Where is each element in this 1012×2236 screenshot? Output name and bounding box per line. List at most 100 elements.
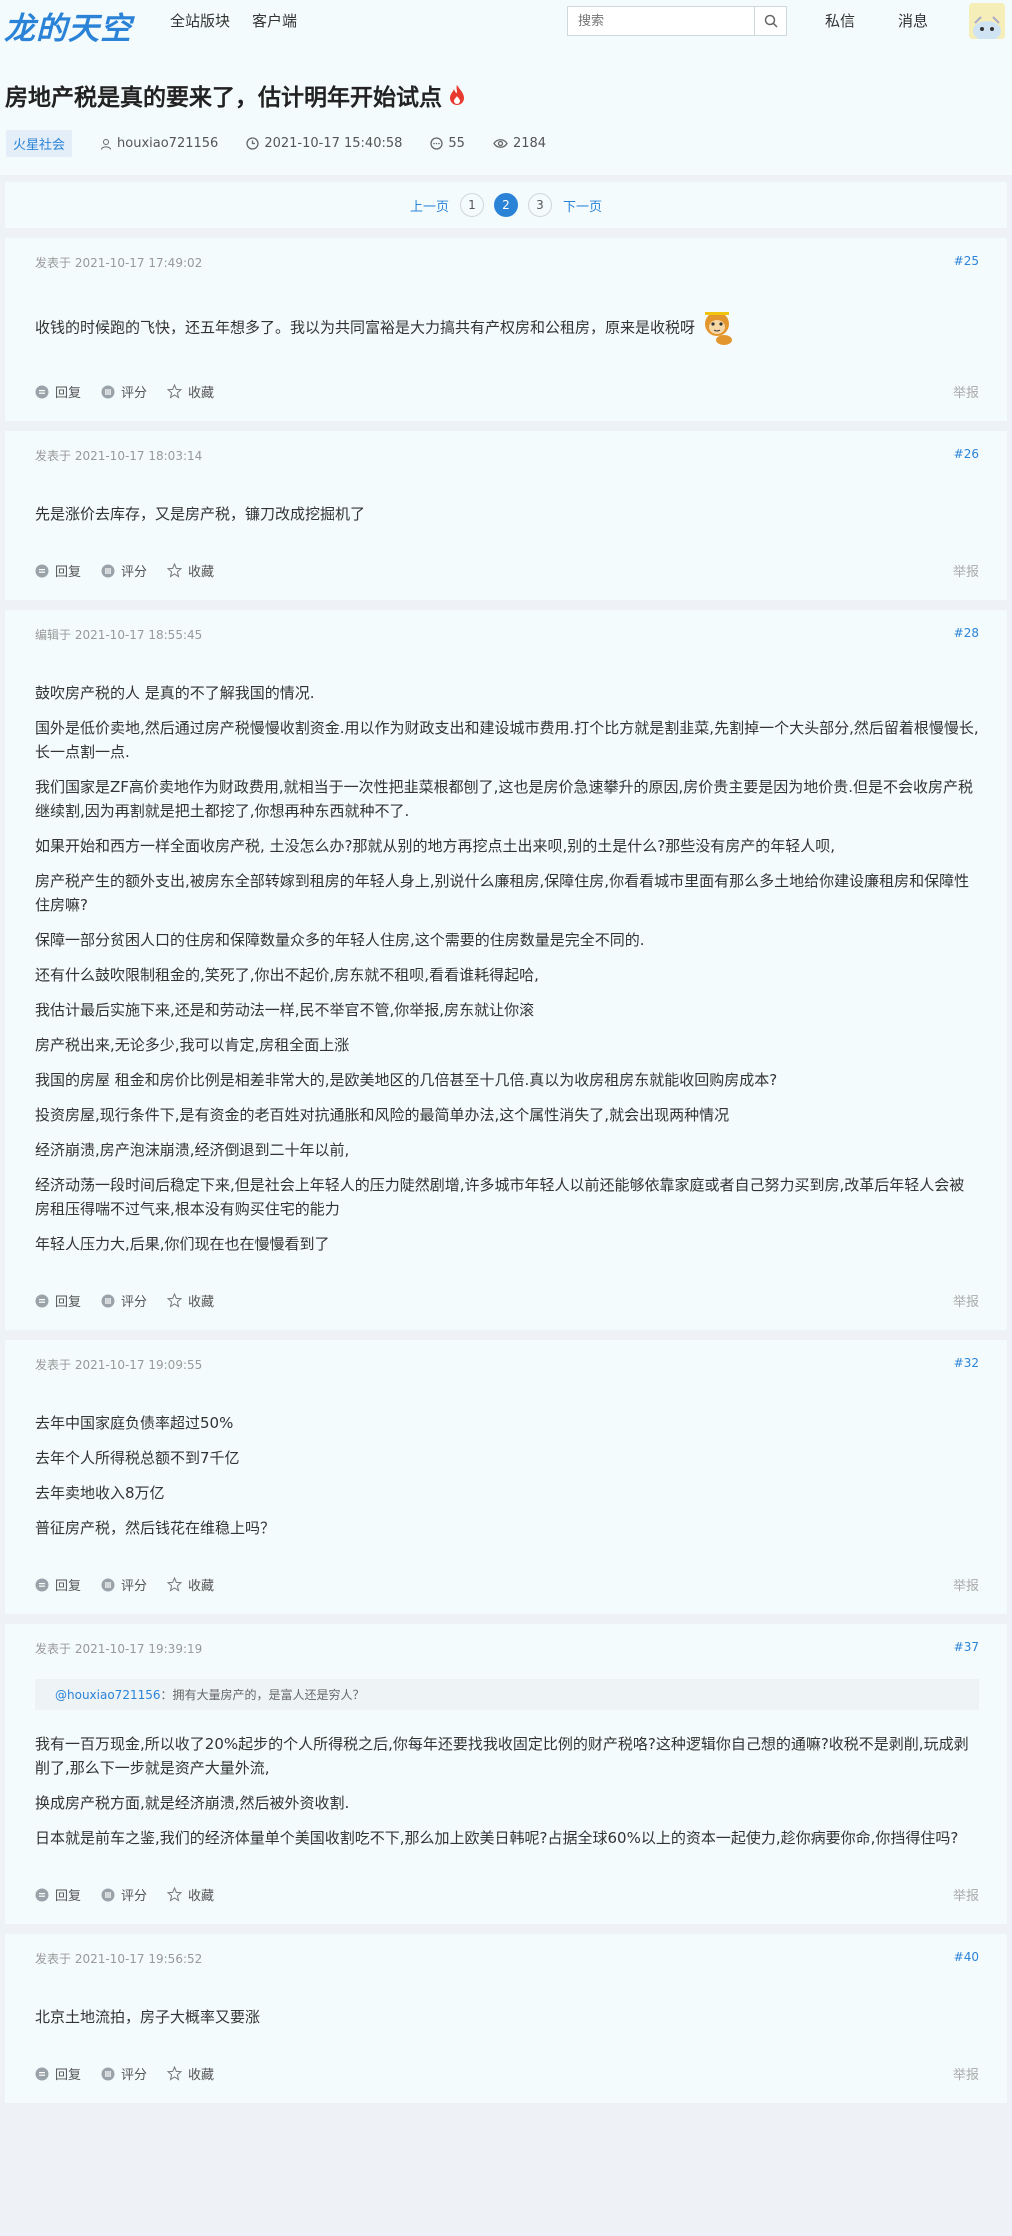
rate-icon [101,385,115,398]
report-button[interactable]: 举报 [953,1575,979,1594]
reply-button[interactable]: 回复 [35,1575,81,1594]
page-2-current[interactable]: 2 [494,193,518,217]
quote-block: @houxiao721156：拥有大量房产的，是富人还是穷人？ [35,1679,979,1710]
star-icon [167,1577,183,1592]
post-paragraph: 投资房屋,现行条件下,是有资金的老百姓对抗通胀和风险的最简单办法,这个属性消失了… [35,1103,979,1127]
post-text: 如果开始和西方一样全面收房产税, 土没怎么办?那就从别的地方再挖点土出来呗,别的… [35,837,836,855]
post-actions: 回复 评分 收藏 举报 [35,537,979,600]
page-3[interactable]: 3 [528,193,552,217]
post-content: 鼓吹房产税的人 是真的不了解我国的情况. 国外是低价卖地,然后通过房产税慢慢收割资… [35,643,979,1256]
post-paragraph: 去年卖地收入8万亿 [35,1481,979,1505]
post-text: 去年个人所得税总额不到7千亿 [35,1449,240,1467]
post-text: 年轻人压力大,后果,你们现在也在慢慢看到了 [35,1235,330,1253]
favorite-button[interactable]: 收藏 [167,2064,214,2083]
post-header: 发表于 2021-10-17 19:09:55 #32 [35,1340,979,1373]
reply-label: 回复 [55,2068,82,2083]
post-item: 发表于 2021-10-17 18:03:14 #26 先是涨价去库存，又是房产… [5,431,1007,600]
user-icon [101,138,112,150]
post-header: 发表于 2021-10-17 19:39:19 #37 [35,1624,979,1657]
reply-icon [35,1294,49,1307]
post-header: 发表于 2021-10-17 18:03:14 #26 [35,431,979,464]
post-time: 编辑于 2021-10-17 18:55:45 [35,628,203,642]
quoted-user-link[interactable]: @houxiao721156 [55,1688,161,1702]
report-button[interactable]: 举报 [953,382,979,401]
search-button[interactable] [754,7,786,35]
rate-label: 评分 [121,2068,148,2083]
rate-button[interactable]: 评分 [101,382,147,401]
post-paragraph: 我估计最后实施下来,还是和劳动法一样,民不举官不管,你举报,房东就让你滚 [35,998,979,1022]
post-text: 我有一百万现金,所以收了20%起步的个人所得税之后,你每年还要找我收固定比例的财… [35,1735,969,1777]
favorite-button[interactable]: 收藏 [167,1575,214,1594]
post-text: 国外是低价卖地,然后通过房产税慢慢收割资金.用以作为财政支出和建设城市费用.打个… [35,719,979,761]
reply-button[interactable]: 回复 [35,2064,81,2083]
post-content: 收钱的时候跑的飞快，还五年想多了。我以为共同富裕是大力搞共有产权房和公租房，原来… [35,271,979,347]
search-input[interactable] [568,7,754,35]
nav-client[interactable]: 客户端 [252,10,297,31]
rate-button[interactable]: 评分 [101,1885,147,1904]
post-text: 去年中国家庭负债率超过50% [35,1414,234,1432]
favorite-button[interactable]: 收藏 [167,1885,214,1904]
post-actions: 回复 评分 收藏 举报 [35,358,979,421]
report-button[interactable]: 举报 [953,1885,979,1904]
post-actions: 回复 评分 收藏 举报 [35,2040,979,2103]
post-text: 收钱的时候跑的飞快，还五年想多了。我以为共同富裕是大力搞共有产权房和公租房，原来… [35,318,696,337]
rate-button[interactable]: 评分 [101,1291,147,1310]
prev-page-link[interactable]: 上一页 [410,196,449,215]
reply-button[interactable]: 回复 [35,382,81,401]
private-message-link[interactable]: 私信 [825,10,855,31]
board-tag[interactable]: 火星社会 [6,130,73,157]
post-text: 先是涨价去库存，又是房产税，镰刀改成挖掘机了 [35,505,366,523]
thread-title: 房地产税是真的要来了，估计明年开始试点 [5,85,442,111]
reply-button[interactable]: 回复 [35,1291,81,1310]
floor-number[interactable]: #28 [954,626,979,643]
user-avatar[interactable] [969,3,1005,39]
post-text: 普征房产税，然后钱花在维稳上吗？ [35,1519,276,1537]
rate-label: 评分 [121,1579,148,1594]
favorite-button[interactable]: 收藏 [167,1291,214,1310]
post-paragraph: 经济崩溃,房产泡沫崩溃,经济倒退到二十年以前, [35,1138,979,1162]
post-paragraph: 我们国家是ZF高价卖地作为财政费用,就相当于一次性把韭菜根都刨了,这也是房价急速… [35,775,979,823]
rate-button[interactable]: 评分 [101,1575,147,1594]
favorite-label: 收藏 [188,2068,215,2083]
favorite-button[interactable]: 收藏 [167,382,214,401]
report-button[interactable]: 举报 [953,1291,979,1310]
floor-number[interactable]: #25 [954,254,979,271]
favorite-button[interactable]: 收藏 [167,561,214,580]
floor-number[interactable]: #37 [954,1640,979,1657]
report-button[interactable]: 举报 [953,561,979,580]
floor-number[interactable]: #40 [954,1950,979,1967]
reply-button[interactable]: 回复 [35,1885,81,1904]
favorite-label: 收藏 [188,1295,215,1310]
page-1[interactable]: 1 [460,193,484,217]
site-logo[interactable]: 龙的天空 [4,3,132,48]
post-header: 编辑于 2021-10-17 18:55:45 #28 [35,610,979,643]
rate-button[interactable]: 评分 [101,561,147,580]
rate-button[interactable]: 评分 [101,2064,147,2083]
post-actions: 回复 评分 收藏 举报 [35,1267,979,1330]
reply-button[interactable]: 回复 [35,561,81,580]
report-button[interactable]: 举报 [953,2064,979,2083]
post-actions: 回复 评分 收藏 举报 [35,1861,979,1924]
next-page-link[interactable]: 下一页 [563,196,602,215]
floor-number[interactable]: #26 [954,447,979,464]
post-text: 我国的房屋 租金和房价比例是相差非常大的,是欧美地区的几倍甚至十几倍.真以为收房… [35,1071,778,1089]
post-text: 投资房屋,现行条件下,是有资金的老百姓对抗通胀和风险的最简单办法,这个属性消失了… [35,1106,730,1124]
favorite-label: 收藏 [188,386,215,401]
clock-icon [246,137,259,150]
reply-count: 55 [430,136,465,151]
post-paragraph: 房产税出来,无论多少,我可以肯定,房租全面上涨 [35,1033,979,1057]
search-box [567,6,787,36]
post-content: 去年中国家庭负债率超过50% 去年个人所得税总额不到7千亿 去年卖地收入8万亿普征房… [35,1373,979,1540]
post-text: 换成房产税方面,就是经济崩溃,然后被外资收割. [35,1794,350,1812]
comment-icon [430,137,444,150]
post-paragraph: 经济动荡一段时间后稳定下来,但是社会上年轻人的压力陡然剧增,许多城市年轻人以前还… [35,1173,979,1221]
post-text: 鼓吹房产税的人 是真的不了解我国的情况. [35,684,315,702]
top-nav: 全站版块 客户端 [170,10,319,31]
floor-number[interactable]: #32 [954,1356,979,1373]
nav-all-boards[interactable]: 全站版块 [170,10,230,31]
messages-link[interactable]: 消息 [898,10,928,31]
date-text: 2021-10-17 15:40:58 [264,136,403,151]
post-text: 去年卖地收入8万亿 [35,1484,165,1502]
author-name[interactable]: houxiao721156 [117,136,218,151]
post-item: 发表于 2021-10-17 19:39:19 #37 @houxiao7211… [5,1624,1007,1924]
